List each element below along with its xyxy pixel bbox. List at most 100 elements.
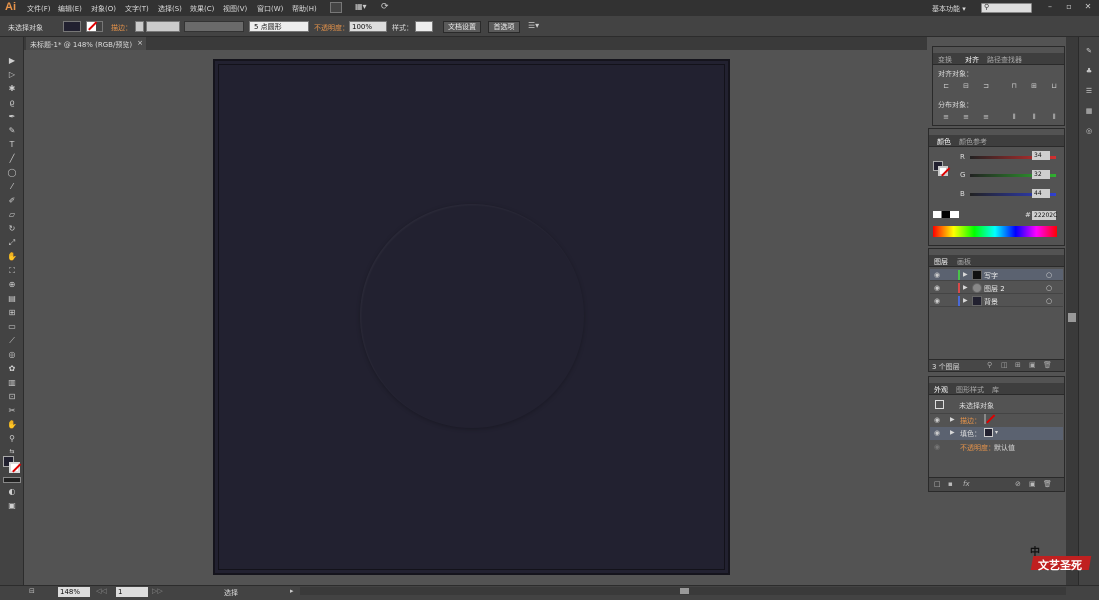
- bridge-icon[interactable]: [330, 2, 342, 13]
- pen-tool-icon[interactable]: ✒: [5, 111, 19, 122]
- align-vcenter-icon[interactable]: ⊞: [1029, 82, 1039, 90]
- tab-pathfinder[interactable]: 路径查找器: [987, 55, 1022, 65]
- appearance-stroke-label[interactable]: 描边：: [960, 416, 981, 426]
- add-effect-icon[interactable]: fx: [963, 480, 970, 488]
- menu-edit[interactable]: 编辑(E): [58, 4, 82, 14]
- free-transform-tool-icon[interactable]: ⛶: [5, 265, 19, 276]
- distribute-right-icon[interactable]: ⦀: [1049, 113, 1059, 121]
- brush-definition-dropdown[interactable]: 5 点圆形: [249, 21, 309, 32]
- tab-artboards[interactable]: 画板: [957, 257, 971, 267]
- lasso-tool-icon[interactable]: ϱ: [5, 97, 19, 108]
- magic-wand-tool-icon[interactable]: ✱: [5, 83, 19, 94]
- opacity-label[interactable]: 不透明度：: [314, 23, 349, 33]
- distribute-vcenter-icon[interactable]: ≡: [961, 113, 971, 121]
- tab-align[interactable]: 对齐: [965, 55, 979, 65]
- horizontal-scrollbar[interactable]: [300, 587, 1066, 595]
- stroke-swatch[interactable]: [9, 462, 20, 473]
- mesh-tool-icon[interactable]: ⊞: [5, 307, 19, 318]
- scale-tool-icon[interactable]: ⤢: [5, 237, 19, 248]
- delete-layer-icon[interactable]: 🗑: [1043, 361, 1052, 369]
- line-tool-icon[interactable]: ╱: [5, 153, 19, 164]
- menu-view[interactable]: 视图(V): [223, 4, 247, 14]
- distribute-top-icon[interactable]: ≡: [941, 113, 951, 121]
- create-sublayer-icon[interactable]: ⊞: [1015, 361, 1021, 369]
- appearance-stroke-row[interactable]: ◉ ▶ 描边：: [930, 413, 1063, 426]
- menu-type[interactable]: 文字(T): [125, 4, 149, 14]
- color-panel-stroke-swatch[interactable]: [938, 166, 948, 176]
- panel-menu-icon[interactable]: ☰▾: [528, 21, 539, 30]
- layer-expand-icon[interactable]: ▶: [963, 284, 968, 291]
- color-spectrum[interactable]: [933, 226, 1057, 237]
- opacity-field[interactable]: 100%: [349, 21, 387, 32]
- appearance-fill-swatch[interactable]: [984, 428, 993, 437]
- stroke-visibility-icon[interactable]: ◉: [934, 416, 940, 424]
- paintbrush-tool-icon[interactable]: ⁄: [5, 181, 19, 192]
- align-left-icon[interactable]: ⊏: [941, 82, 951, 90]
- first-artboard-icon[interactable]: ◁◁: [96, 587, 107, 595]
- layer-visibility-icon[interactable]: ◉: [934, 284, 940, 292]
- stroke-weight-field[interactable]: [146, 21, 180, 32]
- variable-width-profile[interactable]: [184, 21, 244, 32]
- gradient-panel-icon[interactable]: ▦: [1084, 107, 1094, 115]
- help-search-input[interactable]: ⚲: [981, 3, 1032, 13]
- none-black-white-swatches[interactable]: [933, 211, 959, 218]
- graphic-style-dropdown[interactable]: [415, 21, 433, 32]
- blend-tool-icon[interactable]: ◎: [5, 349, 19, 360]
- fill-color-dropdown[interactable]: [63, 21, 81, 32]
- close-button[interactable]: ✕: [1079, 2, 1097, 13]
- stroke-expand-icon[interactable]: ▶: [950, 416, 955, 423]
- align-top-icon[interactable]: ⊓: [1009, 82, 1019, 90]
- document-setup-button[interactable]: 文档设置: [443, 21, 481, 33]
- distribute-bottom-icon[interactable]: ≡: [981, 113, 991, 121]
- appearance-stroke-swatch[interactable]: [984, 414, 986, 424]
- align-right-icon[interactable]: ⊐: [981, 82, 991, 90]
- stroke-weight-stepper[interactable]: [135, 21, 144, 32]
- embossed-circle[interactable]: [360, 204, 584, 428]
- appearance-fill-label[interactable]: 填色：: [960, 429, 981, 439]
- artboard-navigation-field[interactable]: 1: [116, 587, 148, 597]
- layer-name[interactable]: 背景: [984, 297, 998, 307]
- zoom-tool-icon[interactable]: ⚲: [5, 433, 19, 444]
- layer-name[interactable]: 图层 2: [984, 284, 1005, 294]
- symbols-icon[interactable]: ♣: [1084, 67, 1094, 75]
- horizontal-scroll-thumb[interactable]: [680, 588, 689, 594]
- rotate-tool-icon[interactable]: ↻: [5, 223, 19, 234]
- locate-object-icon[interactable]: ⚲: [987, 361, 992, 369]
- drawing-mode-icon[interactable]: ◐: [5, 486, 19, 497]
- delete-item-icon[interactable]: 🗑: [1043, 480, 1052, 488]
- preferences-button[interactable]: 首选项: [488, 21, 520, 33]
- direct-selection-tool-icon[interactable]: ▷: [5, 69, 19, 80]
- tab-graphic-styles[interactable]: 图形样式: [956, 385, 984, 395]
- slice-tool-icon[interactable]: ✂: [5, 405, 19, 416]
- clear-appearance-icon[interactable]: ⊘: [1015, 480, 1021, 488]
- layer-row[interactable]: ◉ ▶ 背景 ○: [930, 295, 1063, 307]
- tab-transform[interactable]: 变换: [938, 55, 952, 65]
- menu-window[interactable]: 窗口(W): [257, 4, 283, 14]
- appearance-opacity-label[interactable]: 不透明度：: [960, 443, 995, 453]
- layer-name[interactable]: 写字: [984, 271, 998, 281]
- make-clipping-mask-icon[interactable]: ◫: [1001, 361, 1008, 369]
- tab-color-guide[interactable]: 颜色参考: [959, 137, 987, 147]
- last-artboard-icon[interactable]: ▷▷: [152, 587, 163, 595]
- fill-dropdown-icon[interactable]: ▾: [995, 429, 998, 436]
- align-hcenter-icon[interactable]: ⊟: [961, 82, 971, 90]
- minimize-button[interactable]: –: [1041, 2, 1059, 13]
- menu-object[interactable]: 对象(O): [91, 4, 116, 14]
- new-layer-icon[interactable]: ▣: [1029, 361, 1036, 369]
- align-bottom-icon[interactable]: ⊔: [1049, 82, 1059, 90]
- maximize-button[interactable]: ▫: [1060, 2, 1078, 13]
- zoom-level-field[interactable]: 148%: [58, 587, 90, 597]
- add-stroke-icon[interactable]: □: [934, 480, 941, 488]
- layer-target-icon[interactable]: ○: [1046, 271, 1052, 279]
- menu-help[interactable]: 帮助(H): [292, 4, 317, 14]
- symbol-sprayer-tool-icon[interactable]: ✿: [5, 363, 19, 374]
- fill-visibility-icon[interactable]: ◉: [934, 429, 940, 437]
- transparency-panel-icon[interactable]: ◎: [1084, 127, 1094, 135]
- channel-r-value[interactable]: 34: [1032, 151, 1050, 160]
- fill-expand-icon[interactable]: ▶: [950, 429, 955, 436]
- document-tab-close-icon[interactable]: ×: [137, 39, 143, 47]
- stroke-panel-icon[interactable]: ☰: [1084, 87, 1094, 95]
- perspective-grid-tool-icon[interactable]: ▤: [5, 293, 19, 304]
- menu-select[interactable]: 选择(S): [158, 4, 182, 14]
- gpu-performance-icon[interactable]: ⟳: [381, 2, 389, 12]
